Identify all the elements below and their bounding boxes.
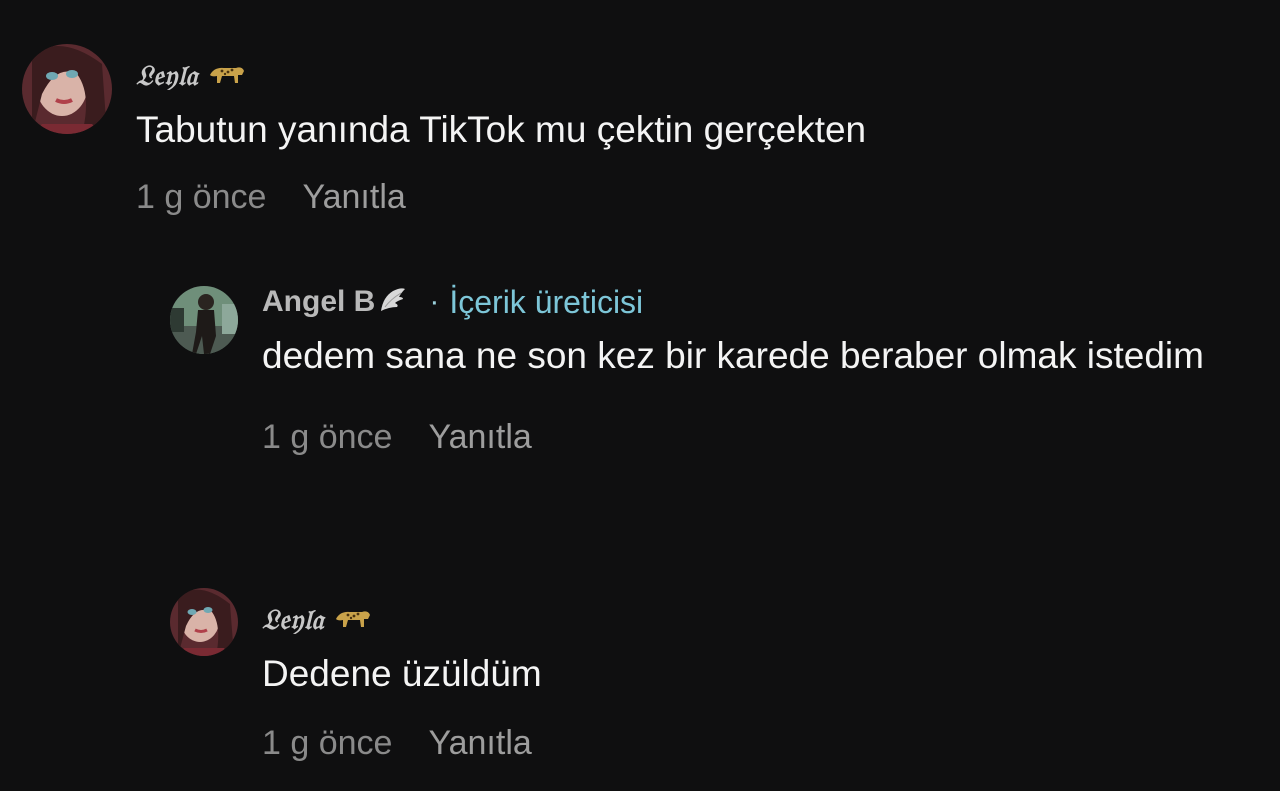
timestamp: 1 g önce — [136, 178, 267, 216]
comment-item: Angel B · İçerik üreticisi dedem sana ne… — [170, 283, 1252, 457]
comment-text: Dedene üzüldüm — [262, 653, 542, 694]
timestamp: 1 g önce — [262, 724, 393, 762]
leopard-icon — [208, 63, 246, 90]
wing-icon — [377, 285, 407, 320]
separator-dot: · — [429, 285, 440, 318]
reply-button[interactable]: Yanıtla — [302, 178, 405, 217]
reply-button[interactable]: Yanıtla — [428, 724, 531, 763]
leopard-icon — [334, 607, 372, 634]
avatar[interactable] — [22, 44, 112, 134]
creator-badge: İçerik üreticisi — [449, 283, 644, 320]
avatar[interactable] — [170, 286, 238, 354]
comment-item: 𝔏𝔢𝔶𝔩𝔞 Tabutun yanında TikTok mu çektin g… — [22, 44, 866, 217]
comment-text: dedem sana ne son kez bir karede beraber… — [262, 335, 1204, 376]
avatar[interactable] — [170, 588, 238, 656]
timestamp: 1 g önce — [262, 418, 393, 456]
reply-button[interactable]: Yanıtla — [428, 418, 531, 457]
username[interactable]: 𝔏𝔢𝔶𝔩𝔞 — [136, 59, 198, 93]
comment-item: 𝔏𝔢𝔶𝔩𝔞 Dedene üzüldüm 1 g önce Yanıtla — [170, 588, 542, 763]
comment-text: Tabutun yanında TikTok mu çektin gerçekt… — [136, 109, 867, 150]
username[interactable]: 𝔏𝔢𝔶𝔩𝔞 — [262, 603, 324, 637]
username[interactable]: Angel B — [262, 285, 375, 319]
